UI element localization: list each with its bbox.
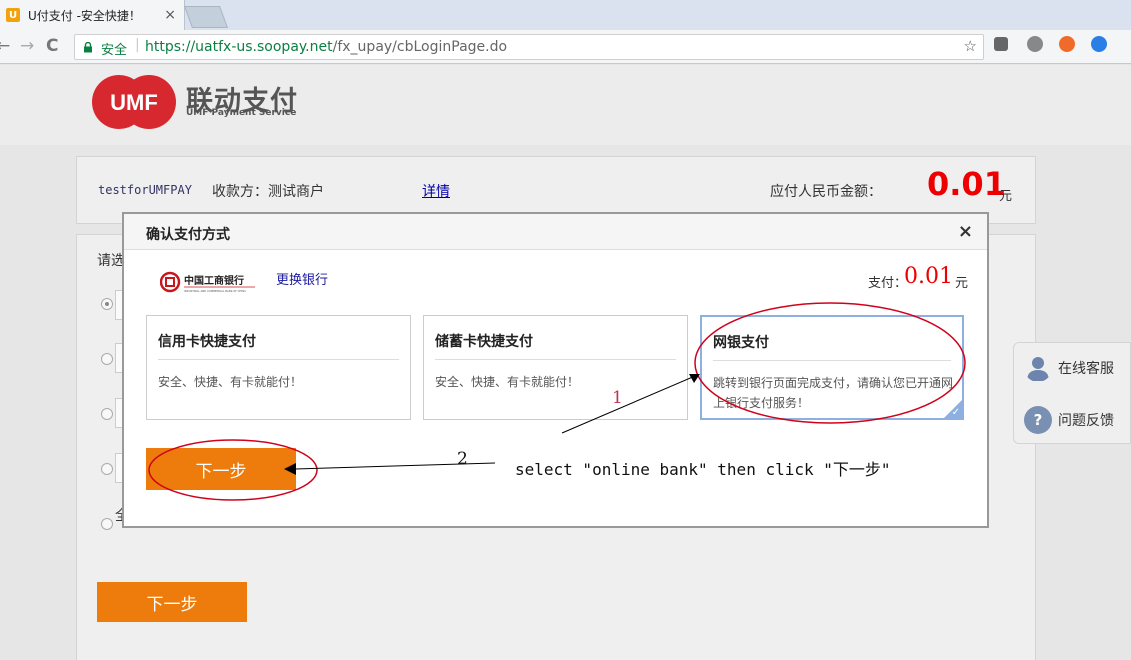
browser-tab-bar: U U付支付 -安全快捷！ × (0, 0, 1131, 30)
payment-radio[interactable] (101, 353, 113, 365)
url-separator: | (135, 37, 140, 53)
pay-amount: 0.01 (904, 264, 953, 289)
payee-label: 收款方：测试商户 (212, 184, 324, 200)
svg-text:UMF: UMF (110, 90, 158, 115)
payment-radio[interactable] (101, 463, 113, 475)
option-title: 信用卡快捷支付 (158, 334, 256, 350)
user-icon (1027, 357, 1049, 381)
next-step-button[interactable]: 下一步 (97, 582, 247, 622)
close-icon[interactable]: × (958, 221, 973, 242)
umf-logo-icon: UMF (92, 75, 176, 129)
dialog-next-step-button[interactable]: 下一步 (146, 448, 296, 490)
svg-text:INDUSTRIAL AND COMMERCIAL BANK: INDUSTRIAL AND COMMERCIAL BANK OF CHINA (184, 289, 246, 293)
amount-value: 0.01 (927, 165, 1006, 203)
online-service-label: 在线客服 (1058, 361, 1114, 377)
option-description: 安全、快捷、有卡就能付！ (435, 375, 580, 389)
annotation-number-2: 2 (457, 449, 468, 469)
option-divider (435, 359, 676, 360)
option-title: 储蓄卡快捷支付 (435, 334, 533, 350)
question-icon: ? (1024, 406, 1052, 434)
amount-unit: 元 (999, 189, 1013, 204)
option-divider (713, 360, 951, 361)
back-icon[interactable]: ← (0, 36, 10, 56)
payment-radio[interactable] (101, 518, 113, 530)
favicon-icon: U (6, 8, 20, 22)
pay-unit: 元 (955, 276, 969, 291)
annotation-instruction: select "online bank" then click "下一步" (515, 460, 891, 479)
logo-subtitle: UMF Payment Service (186, 108, 297, 118)
payment-radio[interactable] (101, 298, 113, 310)
secure-label: 安全 (101, 43, 128, 58)
reload-icon[interactable]: C (46, 36, 58, 56)
feedback-button[interactable]: ? 问题反馈 (1024, 405, 1114, 435)
tab-close-icon[interactable]: × (164, 7, 176, 23)
change-bank-link[interactable]: 更换银行 (276, 269, 328, 288)
option-description: 安全、快捷、有卡就能付！ (158, 375, 303, 389)
online-service-button[interactable]: 在线客服 (1024, 353, 1114, 383)
select-label: 请选 (97, 253, 125, 269)
site-header: UMF 联动支付 UMF Payment Service (0, 65, 1131, 145)
browser-tab[interactable]: U U付支付 -安全快捷！ × (0, 0, 185, 30)
url-text: https://uatfx-us.soopay.net/fx_upay/cbLo… (145, 39, 508, 55)
debit-card-quick-pay-option[interactable]: 储蓄卡快捷支付 安全、快捷、有卡就能付！ (423, 315, 688, 420)
option-title: 网银支付 (713, 335, 769, 351)
merchant-id: testforUMFPAY (98, 183, 192, 197)
extension-chat-icon[interactable] (1091, 36, 1107, 52)
option-description: 跳转到银行页面完成支付，请确认您已开通网上银行支付服务！ (713, 376, 954, 410)
tab-title: U付支付 -安全快捷！ (28, 8, 141, 23)
confirm-payment-dialog: 确认支付方式 × 中国工商银行 INDUSTRIAL AND COMMERCIA… (122, 212, 989, 528)
detail-link[interactable]: 详情 (422, 181, 450, 201)
check-icon: ✓ (951, 407, 960, 418)
new-tab-button[interactable] (183, 6, 229, 28)
online-banking-option[interactable]: 网银支付 跳转到银行页面完成支付，请确认您已开通网上银行支付服务！ ✓ (700, 315, 964, 420)
extension-shield-icon[interactable] (1027, 36, 1043, 52)
option-divider (158, 359, 399, 360)
url-field[interactable]: 安全 | https://uatfx-us.soopay.net/fx_upay… (74, 34, 984, 60)
amount-label: 应付人民币金额： (770, 184, 882, 200)
credit-card-quick-pay-option[interactable]: 信用卡快捷支付 安全、快捷、有卡就能付！ (146, 315, 411, 420)
pay-label: 支付： (868, 276, 908, 291)
lock-icon (84, 42, 92, 53)
feedback-label: 问题反馈 (1058, 413, 1114, 429)
forward-icon[interactable]: → (20, 36, 34, 56)
dialog-header: 确认支付方式 × (124, 214, 987, 250)
annotation-number-1: 1 (612, 388, 623, 408)
payment-radio[interactable] (101, 408, 113, 420)
svg-text:中国工商银行: 中国工商银行 (184, 274, 244, 287)
icbc-bank-logo: 中国工商银行 INDUSTRIAL AND COMMERCIAL BANK OF… (160, 271, 255, 293)
bookmark-star-icon[interactable]: ☆ (964, 37, 977, 55)
extension-bug-icon[interactable] (994, 37, 1008, 51)
dialog-title: 确认支付方式 (146, 227, 230, 243)
extension-cancel-icon[interactable] (1059, 36, 1075, 52)
address-bar: ← → C 安全 | https://uatfx-us.soopay.net/f… (0, 30, 1131, 64)
side-float-panel: 在线客服 ? 问题反馈 (1013, 342, 1131, 444)
